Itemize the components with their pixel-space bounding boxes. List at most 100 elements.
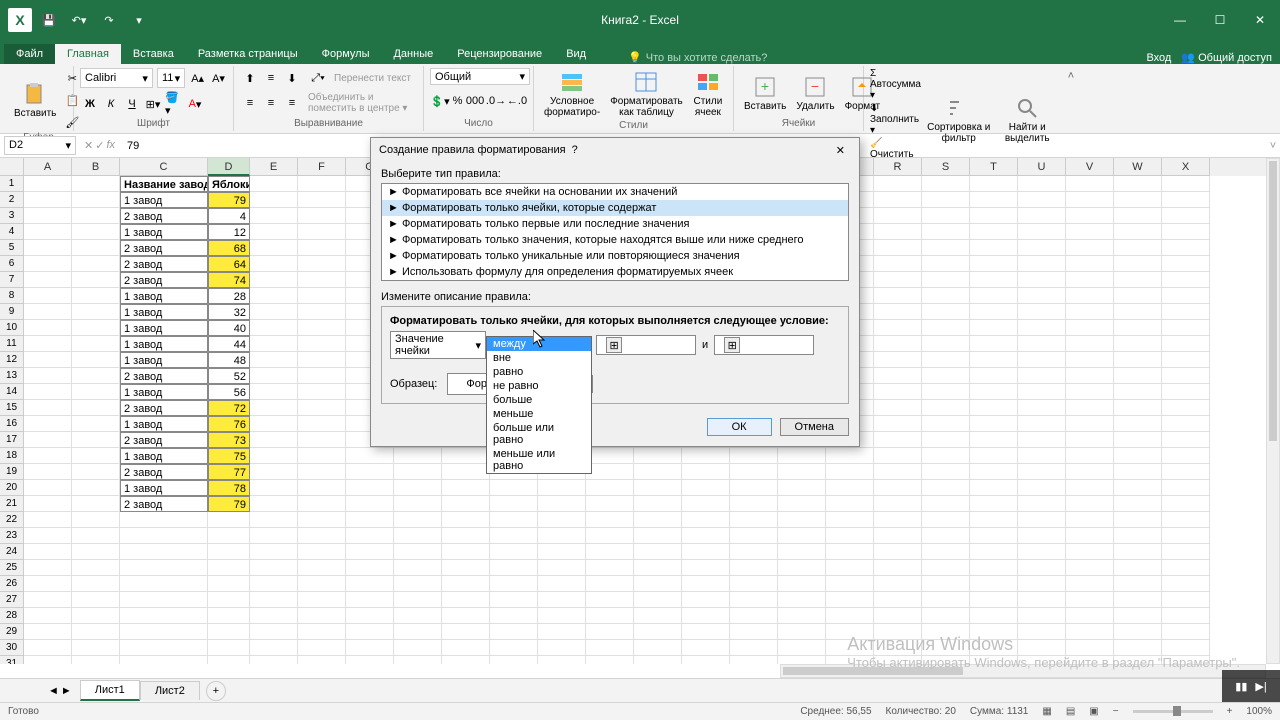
cell[interactable] [778, 560, 826, 576]
format-table-button[interactable]: Форматировать как таблицу [606, 68, 687, 120]
rule-type-item[interactable]: ► Форматировать только уникальные или по… [382, 248, 848, 264]
cell[interactable] [922, 464, 970, 480]
cell[interactable] [442, 464, 490, 480]
cell[interactable] [72, 368, 120, 384]
cell[interactable] [72, 528, 120, 544]
zoom-out-icon[interactable]: − [1113, 706, 1119, 717]
cell[interactable] [970, 192, 1018, 208]
row-header[interactable]: 1 [0, 176, 24, 192]
cell[interactable] [922, 384, 970, 400]
undo-button[interactable]: ↶▾ [66, 7, 92, 33]
cell[interactable] [298, 608, 346, 624]
cell[interactable] [24, 496, 72, 512]
row-header[interactable]: 13 [0, 368, 24, 384]
cell[interactable] [250, 592, 298, 608]
cell[interactable] [298, 224, 346, 240]
col-header-A[interactable]: A [24, 158, 72, 176]
vertical-scrollbar[interactable] [1266, 158, 1280, 664]
cell[interactable]: 78 [208, 480, 250, 496]
cell[interactable] [778, 624, 826, 640]
cell[interactable] [922, 528, 970, 544]
cell[interactable] [24, 176, 72, 192]
pause-icon[interactable]: ▮▮ [1235, 680, 1247, 693]
cell[interactable] [1114, 592, 1162, 608]
collapse-ribbon-icon[interactable]: ˄ [1064, 66, 1078, 131]
cell[interactable] [874, 272, 922, 288]
cell[interactable] [24, 384, 72, 400]
cell[interactable] [442, 544, 490, 560]
cell[interactable] [24, 192, 72, 208]
cell[interactable] [1114, 320, 1162, 336]
cell[interactable] [72, 416, 120, 432]
cell[interactable] [24, 608, 72, 624]
cell[interactable] [250, 480, 298, 496]
col-header-S[interactable]: S [922, 158, 970, 176]
cell[interactable]: 1 завод [120, 352, 208, 368]
col-header-U[interactable]: U [1018, 158, 1066, 176]
row-header[interactable]: 31 [0, 656, 24, 664]
cell[interactable] [1114, 368, 1162, 384]
row-header[interactable]: 23 [0, 528, 24, 544]
cell[interactable] [346, 640, 394, 656]
cell[interactable] [970, 240, 1018, 256]
cell[interactable] [1162, 224, 1210, 240]
cell[interactable] [1162, 384, 1210, 400]
cell[interactable] [970, 288, 1018, 304]
cell[interactable] [586, 528, 634, 544]
cell[interactable] [682, 512, 730, 528]
cell[interactable] [208, 624, 250, 640]
cell[interactable] [538, 576, 586, 592]
cell[interactable] [730, 496, 778, 512]
cell[interactable] [298, 656, 346, 664]
decrease-decimal-icon[interactable]: ←.0 [507, 91, 527, 111]
cell[interactable] [1018, 192, 1066, 208]
cell[interactable] [922, 320, 970, 336]
cell[interactable] [442, 640, 490, 656]
cell[interactable] [120, 592, 208, 608]
zoom-slider[interactable] [1133, 710, 1213, 713]
cell[interactable] [682, 480, 730, 496]
cell[interactable] [298, 624, 346, 640]
cell[interactable] [24, 560, 72, 576]
cell[interactable] [1066, 336, 1114, 352]
cell[interactable] [208, 560, 250, 576]
cell[interactable] [442, 448, 490, 464]
cell[interactable] [826, 608, 874, 624]
cell[interactable] [1114, 416, 1162, 432]
dropdown-item[interactable]: между [487, 337, 591, 351]
cell[interactable] [250, 576, 298, 592]
cell[interactable] [778, 640, 826, 656]
cell[interactable] [1018, 272, 1066, 288]
cell[interactable] [72, 480, 120, 496]
cell[interactable] [586, 656, 634, 664]
cell[interactable] [874, 384, 922, 400]
cell[interactable] [120, 656, 208, 664]
cell[interactable] [250, 352, 298, 368]
cell[interactable] [442, 528, 490, 544]
cell[interactable] [442, 576, 490, 592]
cell[interactable] [1114, 288, 1162, 304]
cell[interactable] [298, 560, 346, 576]
cell[interactable] [490, 656, 538, 664]
cell[interactable] [1018, 208, 1066, 224]
row-header[interactable]: 21 [0, 496, 24, 512]
italic-icon[interactable]: К [101, 94, 121, 114]
cell[interactable] [874, 592, 922, 608]
row-header[interactable]: 7 [0, 272, 24, 288]
fill-button[interactable]: ⬇ Заполнить ▾ [870, 103, 921, 136]
cell[interactable] [1162, 432, 1210, 448]
cell[interactable] [1114, 544, 1162, 560]
cell[interactable] [346, 560, 394, 576]
cell[interactable] [1018, 544, 1066, 560]
cell[interactable] [730, 640, 778, 656]
next-icon[interactable]: ▶| [1255, 680, 1266, 693]
cell[interactable] [120, 560, 208, 576]
cell[interactable] [1162, 608, 1210, 624]
row-header[interactable]: 11 [0, 336, 24, 352]
cell[interactable] [1018, 448, 1066, 464]
cell[interactable] [730, 592, 778, 608]
cell[interactable] [250, 496, 298, 512]
row-header[interactable]: 6 [0, 256, 24, 272]
cell[interactable] [250, 528, 298, 544]
cell[interactable] [1018, 368, 1066, 384]
